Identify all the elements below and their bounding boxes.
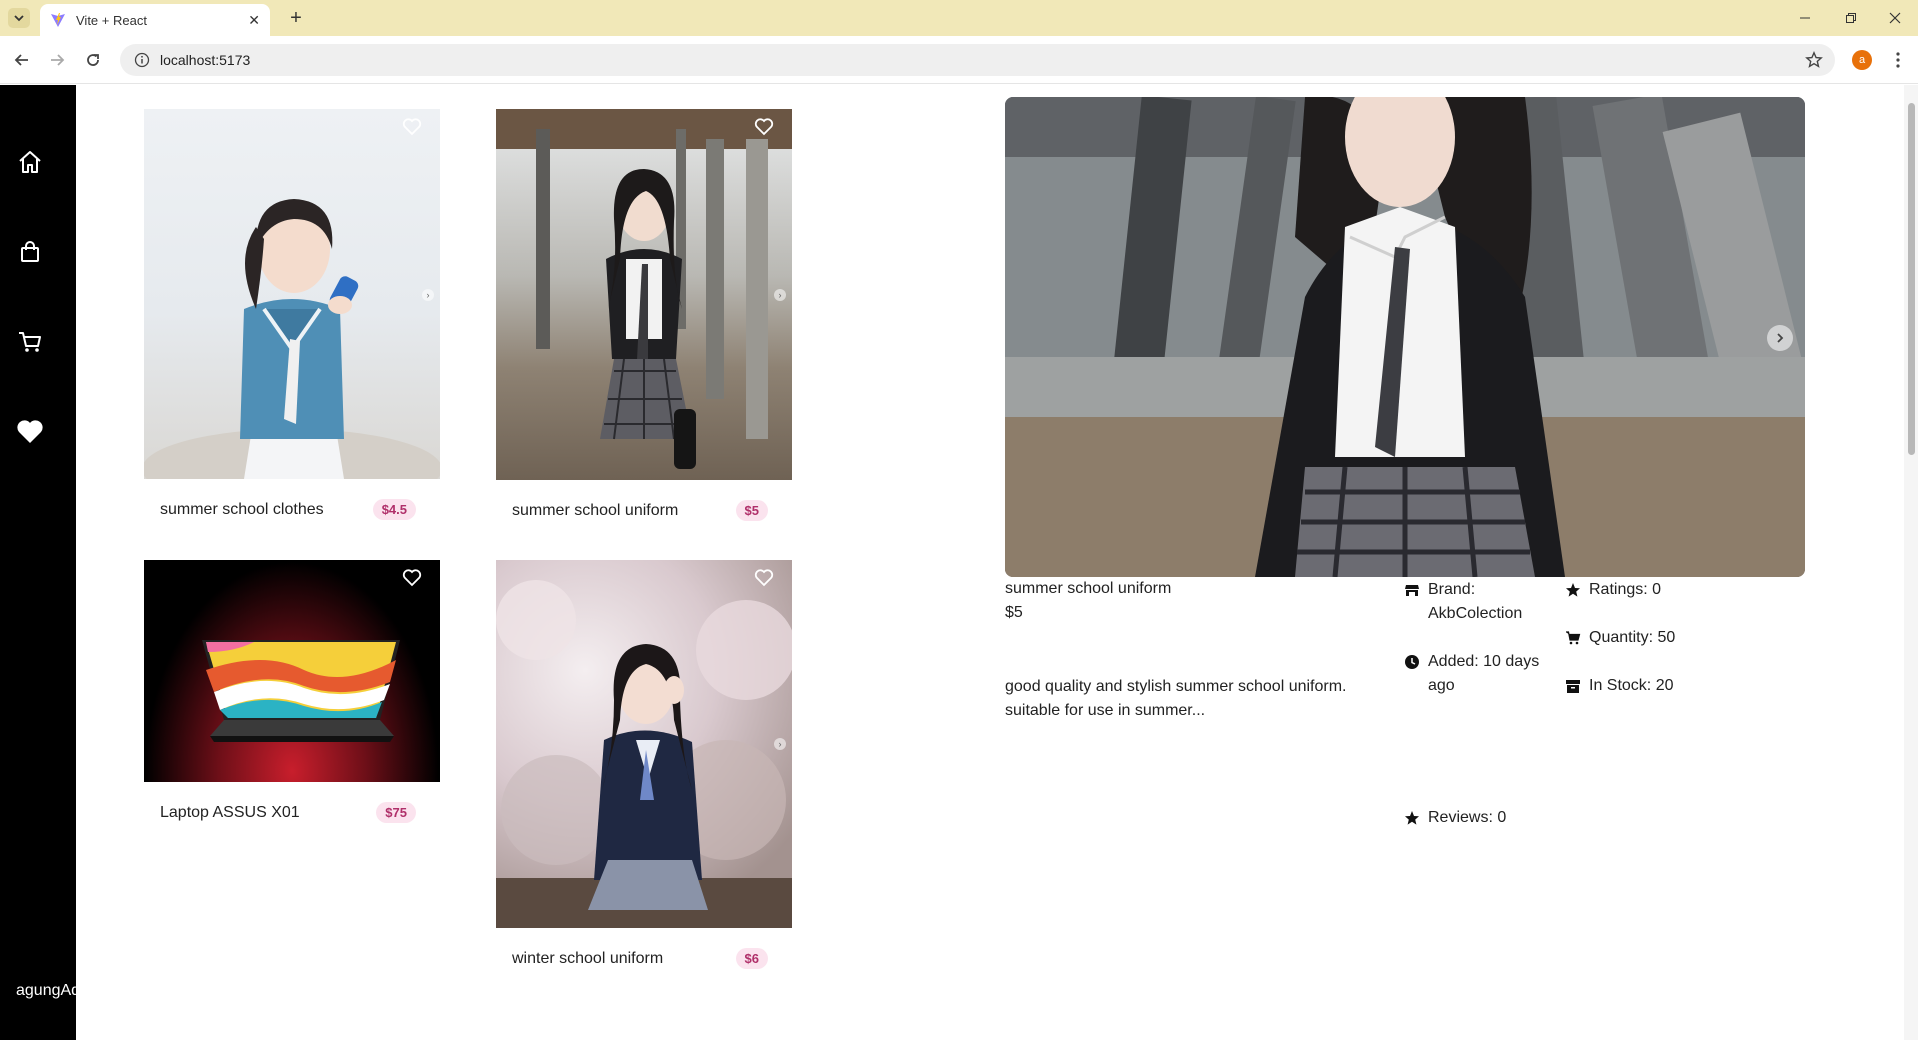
next-image-button[interactable]: › xyxy=(774,738,786,750)
close-tab-icon[interactable]: ✕ xyxy=(248,12,260,29)
detail-price: $5 xyxy=(1005,604,1023,621)
meta-added: Added: 10 days ago xyxy=(1404,650,1549,698)
restore-icon xyxy=(1846,13,1856,23)
product-name: summer school clothes xyxy=(160,500,324,518)
restore-button[interactable] xyxy=(1828,0,1874,36)
browser-tab[interactable]: Vite + React ✕ xyxy=(40,4,270,36)
address-bar: localhost:5173 a xyxy=(0,36,1918,84)
new-tab-button[interactable]: + xyxy=(284,6,308,30)
added-text: Added: 10 days ago xyxy=(1428,653,1540,694)
url-field[interactable]: localhost:5173 xyxy=(120,44,1835,76)
detail-title: summer school uniform xyxy=(1005,580,1172,597)
product-card[interactable]: › summer school clothes $4.5 xyxy=(144,109,440,520)
meta-brand: Brand: AkbColection xyxy=(1404,578,1549,626)
star-icon xyxy=(1405,811,1419,825)
sidebar-item-favorites[interactable] xyxy=(16,418,44,446)
meta-quantity: Quantity: 50 xyxy=(1565,626,1675,650)
reload-icon xyxy=(87,54,99,66)
product-card[interactable]: Laptop ASSUS X01 $75 xyxy=(144,560,440,823)
girl-photo xyxy=(144,199,440,479)
reviews-text: Reviews: 0 xyxy=(1428,809,1507,826)
product-image[interactable]: › xyxy=(496,109,792,480)
detail-description: good quality and stylish summer school u… xyxy=(1005,678,1347,719)
box-icon xyxy=(1566,680,1580,693)
product-price: $5 xyxy=(735,500,768,521)
shopping-bag-icon xyxy=(21,241,39,262)
minimize-icon xyxy=(1800,17,1810,19)
sidebar: agungAd xyxy=(0,85,76,1040)
girl-photo xyxy=(496,580,792,928)
cart-icon xyxy=(1566,631,1581,645)
meta-ratings: Ratings: 0 xyxy=(1565,578,1661,602)
bookmark-star-icon[interactable] xyxy=(1805,51,1823,69)
tab-title: Vite + React xyxy=(76,12,147,28)
product-image[interactable] xyxy=(144,560,440,782)
heart-outline-icon[interactable] xyxy=(402,568,422,588)
next-image-button[interactable]: › xyxy=(774,289,786,301)
product-image[interactable]: › xyxy=(144,109,440,479)
product-price: $75 xyxy=(376,802,416,823)
profile-avatar[interactable]: a xyxy=(1852,50,1872,70)
ratings-text: Ratings: 0 xyxy=(1589,581,1662,598)
stock-text: In Stock: 20 xyxy=(1589,677,1674,694)
url-text: localhost:5173 xyxy=(160,52,251,68)
heart-outline-icon[interactable] xyxy=(754,117,774,137)
tab-strip: Vite + React ✕ + xyxy=(0,0,1918,36)
close-window-button[interactable] xyxy=(1872,0,1918,36)
brand-text: Brand: AkbColection xyxy=(1428,581,1523,622)
browser-menu-button[interactable] xyxy=(1890,48,1906,72)
chevron-down-icon xyxy=(14,15,24,22)
product-price: $6 xyxy=(735,948,768,969)
page-scrollbar[interactable] xyxy=(1904,85,1918,1040)
girl-photo xyxy=(1005,97,1805,577)
forward-arrow-icon xyxy=(51,54,65,66)
product-price: $4.5 xyxy=(372,499,416,520)
clock-icon xyxy=(1405,655,1419,669)
tab-search-button[interactable] xyxy=(8,8,30,28)
heart-outline-icon[interactable] xyxy=(754,568,774,588)
star-icon xyxy=(1566,583,1580,597)
more-vertical-icon xyxy=(1896,52,1900,68)
product-name: Laptop ASSUS X01 xyxy=(160,803,300,821)
back-button[interactable] xyxy=(10,48,34,72)
detail-image[interactable] xyxy=(1005,97,1805,577)
reload-button[interactable] xyxy=(81,48,105,72)
sidebar-item-shop[interactable] xyxy=(16,238,44,266)
heart-outline-icon[interactable] xyxy=(402,117,422,137)
quantity-text: Quantity: 50 xyxy=(1589,629,1676,646)
page-viewport: agungAd › summer school clothes $4.5 › s… xyxy=(0,85,1918,1040)
product-image[interactable]: › xyxy=(496,560,792,928)
meta-stock: In Stock: 20 xyxy=(1565,674,1674,698)
close-icon xyxy=(1889,12,1901,24)
vite-logo-icon xyxy=(51,13,65,27)
product-card[interactable]: › summer school uniform $5 xyxy=(496,109,792,521)
product-card[interactable]: › winter school uniform $6 xyxy=(496,560,792,969)
girl-photo xyxy=(496,109,792,469)
chevron-right-icon xyxy=(1777,333,1784,343)
sidebar-item-home[interactable] xyxy=(16,148,44,176)
back-arrow-icon xyxy=(14,54,28,66)
sidebar-username[interactable]: agungAd xyxy=(16,982,76,1000)
forward-button[interactable] xyxy=(45,48,69,72)
heart-icon xyxy=(17,420,43,443)
product-name: winter school uniform xyxy=(512,949,664,967)
next-image-button[interactable] xyxy=(1767,325,1793,351)
home-icon xyxy=(19,151,41,173)
site-info-icon[interactable] xyxy=(134,52,150,68)
product-name: summer school uniform xyxy=(512,501,679,519)
next-image-button[interactable]: › xyxy=(422,289,434,301)
laptop-photo xyxy=(202,640,400,742)
meta-reviews: Reviews: 0 xyxy=(1404,806,1506,830)
cart-icon xyxy=(19,332,41,352)
scrollbar-thumb[interactable] xyxy=(1908,103,1915,455)
minimize-button[interactable] xyxy=(1782,0,1828,36)
store-icon xyxy=(1405,585,1419,596)
sidebar-item-cart[interactable] xyxy=(16,328,44,356)
